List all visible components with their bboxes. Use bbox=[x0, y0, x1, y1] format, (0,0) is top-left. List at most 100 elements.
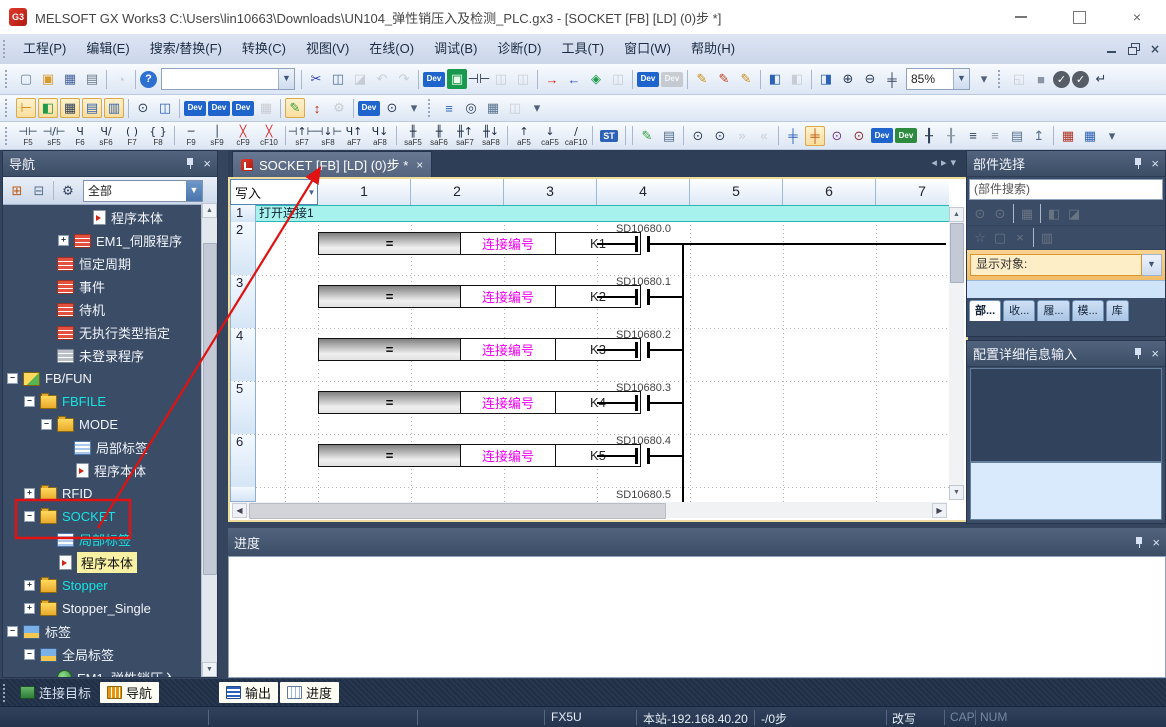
toolbar-overflow-3-icon[interactable]: ▾ bbox=[1102, 126, 1122, 146]
menu-item-10[interactable]: 窗口(W) bbox=[614, 35, 681, 63]
tree-collapse-all-icon[interactable]: ⊟ bbox=[29, 181, 49, 201]
navigation-settings-icon[interactable]: ⚙ bbox=[58, 181, 78, 201]
draw-line-edit-icon[interactable]: ╪ bbox=[805, 126, 825, 146]
outline-list-icon[interactable]: ▤ bbox=[1007, 126, 1027, 146]
device-comment-icon[interactable]: Dev bbox=[184, 101, 206, 116]
chevron-down-icon[interactable]: ▼ bbox=[953, 69, 969, 89]
watch-register-icon[interactable]: ▦ bbox=[256, 98, 276, 118]
note-edit-icon[interactable]: ✎ bbox=[714, 69, 734, 89]
scroll-thumb[interactable] bbox=[249, 503, 666, 519]
pin-icon[interactable] bbox=[1133, 157, 1143, 170]
tree-filter-select[interactable]: 全部▼ bbox=[83, 180, 203, 202]
statement-list-icon[interactable]: ≡ bbox=[963, 126, 983, 146]
menu-item-4[interactable]: 转换(C) bbox=[232, 35, 296, 63]
navigation-window-icon[interactable]: ⊢ bbox=[16, 98, 36, 118]
verify-with-plc-icon[interactable]: ◈ bbox=[586, 69, 606, 89]
find-previous-icon[interactable]: ⊙ bbox=[971, 205, 989, 223]
find-open-collector-icon[interactable]: ⊙ bbox=[827, 126, 847, 146]
device-initial-icon[interactable]: Dev bbox=[232, 101, 254, 116]
expander-icon[interactable]: − bbox=[7, 626, 18, 637]
close-panel-icon[interactable]: × bbox=[1151, 347, 1159, 360]
tree-item-程序本体[interactable]: 程序本体 bbox=[3, 206, 202, 229]
tree-item-Stopper[interactable]: +Stopper bbox=[3, 574, 202, 597]
shift-right-icon[interactable]: » bbox=[732, 126, 752, 146]
copy-icon[interactable]: ◫ bbox=[328, 69, 348, 89]
menu-item-5[interactable]: 视图(V) bbox=[296, 35, 359, 63]
close-panel-icon[interactable]: × bbox=[1151, 157, 1159, 170]
parts-tab-2[interactable]: 收... bbox=[1003, 300, 1035, 321]
ladder-tool-sF6[interactable]: Ч/sF6 bbox=[94, 125, 119, 147]
tree-item-Stopper_Single[interactable]: +Stopper_Single bbox=[3, 597, 202, 620]
ladder-tool-st[interactable]: ST bbox=[597, 130, 622, 142]
chevron-down-icon[interactable]: ▼ bbox=[1142, 254, 1162, 276]
scroll-down-icon[interactable]: ▼ bbox=[202, 662, 217, 677]
new-project-icon[interactable]: ▢ bbox=[16, 69, 36, 89]
save-ladder-1-icon[interactable]: ▦ bbox=[1058, 126, 1078, 146]
dock-tab-连接目标[interactable]: 连接目标 bbox=[13, 682, 98, 703]
ladder-block-convert-icon[interactable]: ◱ bbox=[1009, 69, 1029, 89]
ladder-rung-3[interactable]: SD10680.1=连接编号K2 bbox=[230, 275, 949, 328]
expander-icon[interactable]: + bbox=[58, 235, 69, 246]
ladder-tool-aF7[interactable]: Ч↑aF7 bbox=[342, 125, 367, 147]
tree-item-FBFILE[interactable]: −FBFILE bbox=[3, 390, 202, 413]
find-icon[interactable]: ⊙ bbox=[133, 98, 153, 118]
find-contact-icon[interactable]: ⊙ bbox=[688, 126, 708, 146]
compare-instruction-box[interactable]: =连接编号K3 bbox=[318, 338, 641, 361]
dock-tab-导航[interactable]: 导航 bbox=[100, 682, 159, 703]
compare-instruction-box[interactable]: =连接编号K5 bbox=[318, 444, 641, 467]
ladder-tool-cF10[interactable]: ╳cF10 bbox=[257, 125, 282, 147]
tab-close-icon[interactable]: × bbox=[416, 158, 423, 172]
minimize-button[interactable] bbox=[992, 0, 1050, 34]
ladder-tool-aF8[interactable]: Ч↓aF8 bbox=[368, 125, 393, 147]
menu-item-2[interactable]: 编辑(E) bbox=[76, 35, 139, 63]
compare-instruction-box[interactable]: =连接编号K2 bbox=[318, 285, 641, 308]
tree-item-标签[interactable]: −标签 bbox=[3, 620, 202, 643]
parts-tab-1[interactable]: 部... bbox=[969, 300, 1001, 321]
expander-icon[interactable]: − bbox=[24, 511, 35, 522]
tree-item-恒定周期[interactable]: 恒定周期 bbox=[3, 252, 202, 275]
close-button[interactable]: × bbox=[1108, 0, 1166, 34]
find-next-icon[interactable]: ⊙ bbox=[991, 205, 1009, 223]
dock-tab-进度[interactable]: 进度 bbox=[280, 682, 339, 703]
tree-item-局部标签[interactable]: 局部标签 bbox=[3, 436, 202, 459]
ladder-rung-6[interactable]: SD10680.4=连接编号K5 bbox=[230, 434, 949, 487]
offline-doc-1-icon[interactable]: ◫ bbox=[491, 69, 511, 89]
expander-icon[interactable]: + bbox=[24, 580, 35, 591]
close-panel-icon[interactable]: × bbox=[1152, 536, 1160, 549]
tree-item-待机[interactable]: 待机 bbox=[3, 298, 202, 321]
delete-placement-icon[interactable]: ◪ bbox=[1065, 205, 1083, 223]
device-comment-find-icon[interactable]: Dev bbox=[423, 72, 445, 87]
display-format-icon[interactable]: ▦ bbox=[1018, 205, 1036, 223]
monitor-write-icon[interactable]: ◨ bbox=[816, 69, 836, 89]
menu-item-9[interactable]: 工具(T) bbox=[551, 35, 614, 63]
mdi-minimize-icon[interactable] bbox=[1106, 43, 1118, 55]
device-monitor-icon[interactable]: ▣ bbox=[447, 69, 467, 89]
connection-test-icon[interactable]: ◧ bbox=[38, 98, 58, 118]
pin-icon[interactable] bbox=[1134, 536, 1144, 549]
dock-tab-输出[interactable]: 输出 bbox=[219, 682, 278, 703]
navigation-scrollbar[interactable]: ▲ ▼ bbox=[201, 203, 217, 677]
scroll-up-icon[interactable]: ▲ bbox=[202, 203, 217, 218]
scroll-down-icon[interactable]: ▼ bbox=[949, 485, 964, 500]
ladder-tool-sF5[interactable]: ⊣/⊢sF5 bbox=[42, 125, 67, 147]
monitor-stop-icon[interactable]: ◧ bbox=[787, 69, 807, 89]
device-jump-icon[interactable]: ↥ bbox=[1029, 126, 1049, 146]
fit-width-icon[interactable]: ╪ bbox=[882, 69, 902, 89]
element-list-icon[interactable]: ≡ bbox=[439, 98, 459, 118]
offline-doc-2-icon[interactable]: ◫ bbox=[513, 69, 533, 89]
ladder-tool-saF8[interactable]: ╫↓saF8 bbox=[479, 125, 504, 147]
print-icon[interactable]: ▤ bbox=[82, 69, 102, 89]
expander-icon[interactable]: + bbox=[24, 603, 35, 614]
tree-item-EM1_伺服程序[interactable]: +EM1_伺服程序 bbox=[3, 229, 202, 252]
tree-item-程序本体[interactable]: 程序本体 bbox=[3, 551, 202, 574]
new-folder-icon[interactable]: ▢ bbox=[991, 229, 1009, 247]
redo-icon[interactable]: ↷ bbox=[394, 69, 414, 89]
device-test-icon[interactable]: ⊣⊢ bbox=[469, 69, 489, 89]
draw-line-icon[interactable]: ╪ bbox=[783, 126, 803, 146]
chevron-down-icon[interactable]: ▼ bbox=[278, 69, 294, 89]
stop-icon[interactable]: ■ bbox=[1031, 69, 1051, 89]
menu-item-3[interactable]: 搜索/替换(F) bbox=[140, 35, 232, 63]
scroll-right-icon[interactable]: ▶ bbox=[932, 503, 947, 518]
parts-tab-3[interactable]: 履... bbox=[1037, 300, 1069, 321]
compare-instruction-box[interactable]: =连接编号K1 bbox=[318, 232, 641, 255]
